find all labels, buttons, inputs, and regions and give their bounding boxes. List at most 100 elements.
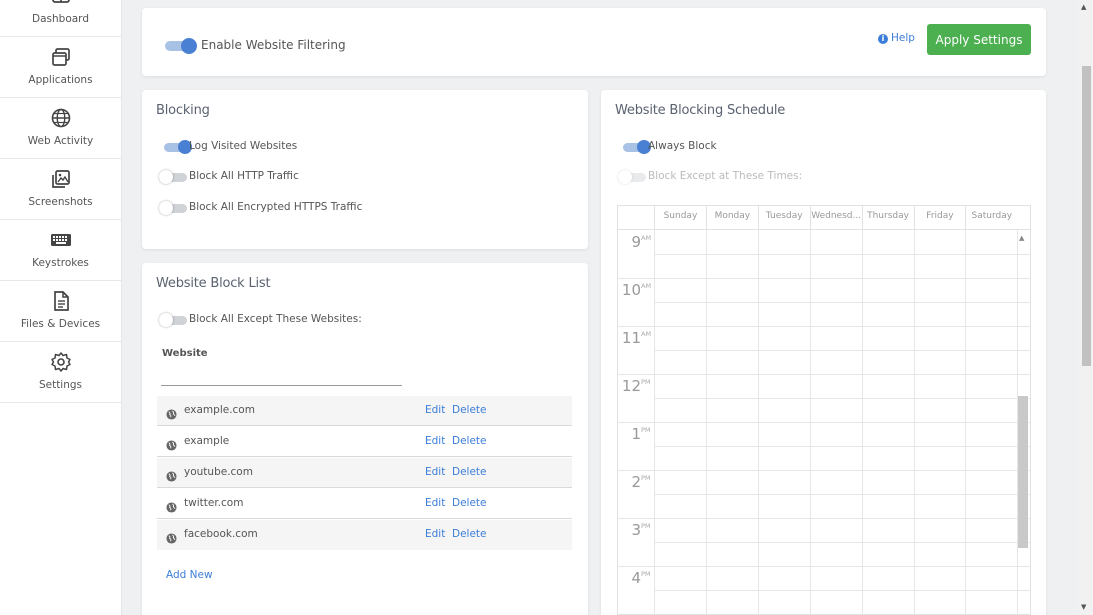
hour-label: 10 AM	[618, 278, 654, 326]
screenshots-icon	[50, 168, 72, 190]
block-https-label: Block All Encrypted HTTPS Traffic	[189, 201, 363, 213]
sidebar-item-keystrokes[interactable]: Keystrokes	[0, 220, 121, 281]
calendar-gridline	[654, 446, 1030, 447]
sidebar-item-label: Dashboard	[32, 13, 89, 25]
globe-icon	[166, 529, 177, 544]
block-list-title: Website Block List	[156, 276, 271, 291]
hour-number: 4	[631, 569, 641, 587]
block-all-except-label: Block All Except These Websites:	[189, 313, 362, 325]
hour-meridiem: AM	[641, 234, 652, 242]
sidebar-item-label: Keystrokes	[32, 257, 89, 269]
website-name: example	[184, 435, 230, 447]
block-except-times-label: Block Except at These Times:	[648, 170, 803, 182]
sidebar: Dashboard Applications Web Activity Scre…	[0, 0, 122, 615]
hour-number: 3	[631, 521, 641, 539]
calendar-gridline	[618, 518, 1030, 519]
hour-label: 4 PM	[618, 566, 654, 614]
hour-meridiem: AM	[641, 282, 652, 290]
day-header: Saturday	[965, 206, 1017, 230]
delete-link[interactable]: Delete	[452, 497, 487, 509]
enable-filtering-toggle[interactable]	[165, 38, 197, 54]
hour-meridiem: PM	[641, 378, 651, 386]
gear-icon	[50, 351, 72, 373]
globe-icon	[166, 498, 177, 513]
file-icon	[50, 290, 72, 312]
block-all-except-toggle[interactable]	[159, 313, 189, 327]
website-name: facebook.com	[184, 528, 258, 540]
hour-meridiem: PM	[641, 522, 651, 530]
delete-link[interactable]: Delete	[452, 528, 487, 540]
calendar-gridline	[654, 542, 1030, 543]
calendar-gridline	[654, 590, 1030, 591]
block-except-times-toggle[interactable]	[618, 170, 648, 184]
delete-link[interactable]: Delete	[452, 466, 487, 478]
delete-link[interactable]: Delete	[452, 435, 487, 447]
calendar-gridline	[654, 494, 1030, 495]
hour-label: 1 PM	[618, 422, 654, 470]
sidebar-item-applications[interactable]: Applications	[0, 37, 121, 98]
website-input[interactable]	[161, 368, 402, 386]
edit-link[interactable]: Edit	[425, 497, 445, 509]
sidebar-item-screenshots[interactable]: Screenshots	[0, 159, 121, 220]
blocking-title: Blocking	[156, 103, 210, 118]
table-row: example Edit Delete	[157, 427, 572, 457]
sidebar-item-web-activity[interactable]: Web Activity	[0, 98, 121, 159]
hour-number: 12	[621, 377, 641, 395]
sidebar-item-label: Web Activity	[27, 135, 94, 147]
hour-number: 2	[631, 473, 641, 491]
calendar-gridline	[654, 302, 1030, 303]
table-row: twitter.com Edit Delete	[157, 489, 572, 519]
hour-number: 11	[621, 329, 641, 347]
sidebar-item-dashboard[interactable]: Dashboard	[0, 0, 121, 37]
add-new-link[interactable]: Add New	[166, 569, 213, 581]
edit-link[interactable]: Edit	[425, 528, 445, 540]
globe-icon	[166, 467, 177, 482]
hour-number: 10	[621, 281, 641, 299]
hour-label: 12 PM	[618, 374, 654, 422]
website-column-header: Website	[162, 348, 208, 359]
sidebar-item-files-devices[interactable]: Files & Devices	[0, 281, 121, 342]
hour-meridiem: PM	[641, 474, 651, 482]
hour-number: 1	[631, 425, 641, 443]
applications-icon	[50, 46, 72, 68]
globe-icon	[166, 436, 177, 451]
day-header: Wednesd...	[809, 206, 862, 230]
calendar-gridline	[618, 326, 1030, 327]
day-header: Friday	[913, 206, 966, 230]
page-scrollbar-thumb[interactable]	[1082, 66, 1091, 366]
calendar-gridline	[654, 398, 1030, 399]
calendar-day-header: Sunday Monday Tuesday Wednesd... Thursday Fri…	[618, 206, 1030, 230]
scroll-up-icon[interactable]: ▲	[1081, 3, 1086, 11]
table-row: example.com Edit Delete	[157, 396, 572, 426]
keyboard-icon	[50, 229, 72, 251]
sidebar-item-label: Applications	[28, 74, 93, 86]
sidebar-item-label: Files & Devices	[20, 318, 101, 330]
hour-label: 2 PM	[618, 470, 654, 518]
dashboard-icon	[50, 0, 72, 7]
block-http-label: Block All HTTP Traffic	[189, 170, 299, 182]
globe-icon	[50, 107, 72, 129]
schedule-title: Website Blocking Schedule	[615, 103, 786, 118]
sidebar-item-settings[interactable]: Settings	[0, 342, 121, 403]
hour-label: 9 AM	[618, 230, 654, 278]
edit-link[interactable]: Edit	[425, 466, 445, 478]
apply-settings-button[interactable]: Apply Settings	[927, 24, 1031, 55]
schedule-calendar[interactable]: Sunday Monday Tuesday Wednesd... Thursday Fri…	[617, 205, 1031, 615]
help-link[interactable]: i Help	[878, 32, 915, 44]
calendar-gridline	[654, 350, 1030, 351]
website-name: youtube.com	[184, 466, 253, 478]
calendar-scrollbar-thumb[interactable]	[1018, 396, 1028, 548]
table-row: youtube.com Edit Delete	[157, 458, 572, 488]
edit-link[interactable]: Edit	[425, 404, 445, 416]
calendar-scroll-up-icon[interactable]: ▲	[1019, 234, 1024, 242]
day-header: Sunday	[654, 206, 706, 230]
block-https-toggle[interactable]	[159, 201, 189, 215]
scroll-down-icon[interactable]: ▼	[1081, 603, 1086, 611]
block-http-toggle[interactable]	[159, 170, 189, 184]
hour-label: 11 AM	[618, 326, 654, 374]
edit-link[interactable]: Edit	[425, 435, 445, 447]
sidebar-item-label: Screenshots	[28, 196, 93, 208]
delete-link[interactable]: Delete	[452, 404, 487, 416]
sidebar-item-label: Settings	[38, 379, 83, 391]
enable-filtering-label: Enable Website Filtering	[201, 38, 346, 52]
